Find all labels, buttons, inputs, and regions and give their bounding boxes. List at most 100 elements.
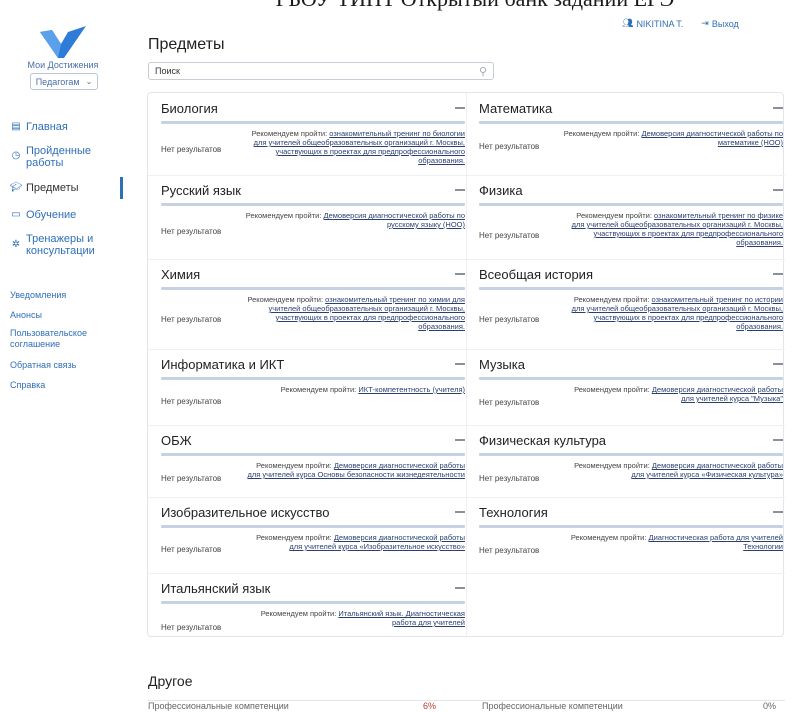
sidebar-item-label: Пройденные работы bbox=[26, 145, 91, 169]
subject-title[interactable]: Итальянский язык bbox=[161, 581, 270, 596]
recommendation-link[interactable]: Демоверсия диагностической работы для уч… bbox=[631, 461, 783, 479]
sidebar-item-home[interactable]: ▤ Главная bbox=[10, 121, 68, 133]
collapse-icon[interactable] bbox=[773, 107, 783, 109]
other-item-value: 0% bbox=[763, 701, 777, 711]
recommendation-link[interactable]: ИКТ-компетентность (учителя) bbox=[358, 385, 465, 394]
recommendation-link[interactable]: Итальянский язык. Диагностическая работа… bbox=[338, 609, 465, 627]
other-section-peek: Профессиональные компетенции 6% Професси… bbox=[148, 700, 785, 712]
sidebar-item-learning[interactable]: ▭ Обучение bbox=[10, 209, 76, 221]
subject-title[interactable]: Физическая культура bbox=[479, 433, 606, 448]
recommendation-link[interactable]: Демоверсия диагностической работы для уч… bbox=[652, 385, 783, 403]
subject-title[interactable]: Музыка bbox=[479, 357, 525, 372]
recommendation-prefix: Рекомендуем пройти: bbox=[574, 385, 652, 394]
recommendation: Рекомендуем пройти: ИКТ-компетентность (… bbox=[245, 385, 465, 394]
sidebar-item-subjects[interactable]: 🎓︎ Предметы bbox=[10, 182, 79, 194]
other-item-label: Профессиональные компетенции bbox=[482, 701, 623, 711]
progress-bar bbox=[161, 525, 465, 528]
recommendation: Рекомендуем пройти: Демоверсия диагности… bbox=[245, 533, 465, 551]
link-notifications[interactable]: Уведомления bbox=[10, 290, 66, 301]
recommendation-prefix: Рекомендуем пройти: bbox=[251, 129, 330, 138]
page-banner: ГБОУ ТИНТ Открытый банк заданий ЕГЭ bbox=[150, 0, 800, 12]
row-divider bbox=[148, 573, 785, 574]
link-feedback[interactable]: Обратная связь bbox=[10, 360, 76, 371]
progress-bar bbox=[479, 525, 783, 528]
collapse-icon[interactable] bbox=[455, 511, 465, 513]
page-icon: ▤ bbox=[11, 121, 21, 132]
subject-status: Нет результатов bbox=[161, 474, 222, 483]
recommendation: Рекомендуем пройти: Демоверсия диагности… bbox=[245, 461, 465, 479]
subject-card[interactable]: Физика Нет результатов Рекомендуем пройти:… bbox=[479, 183, 783, 263]
link-user-agreement[interactable]: Пользовательское соглашение bbox=[10, 328, 110, 350]
subject-status: Нет результатов bbox=[479, 474, 540, 483]
recommendation-link[interactable]: Демоверсия диагностической работы по мат… bbox=[642, 129, 784, 147]
recommendation-prefix: Рекомендуем пройти: bbox=[260, 609, 339, 618]
subject-card[interactable]: ОБЖ Нет результатов Рекомендуем пройти: Де… bbox=[161, 433, 465, 513]
recommendation-prefix: Рекомендуем пройти: bbox=[576, 211, 654, 220]
recommendation: Рекомендуем пройти: Демоверсия диагности… bbox=[563, 385, 783, 403]
logout-button[interactable]: ⇥ Выход bbox=[701, 18, 738, 29]
sidebar-item-completed[interactable]: ◷ Пройденные работы bbox=[10, 145, 118, 169]
user-name: NIKITINA T. bbox=[636, 18, 684, 29]
subject-title[interactable]: ОБЖ bbox=[161, 433, 192, 448]
user-menu[interactable]: 👥︎ NIKITINA T. bbox=[622, 18, 683, 29]
user-icon: 👥︎ bbox=[622, 18, 634, 28]
subject-status: Нет результатов bbox=[161, 227, 222, 236]
collapse-icon[interactable] bbox=[455, 587, 465, 589]
logout-label: Выход bbox=[711, 18, 739, 29]
role-select-value: Педагогам bbox=[35, 76, 80, 87]
subject-card[interactable]: Физическая культура Нет результатов Рекоме… bbox=[479, 433, 783, 513]
collapse-icon[interactable] bbox=[455, 273, 465, 275]
collapse-icon[interactable] bbox=[773, 511, 783, 513]
subject-status: Нет результатов bbox=[479, 142, 540, 151]
recommendation: Рекомендуем пройти: Демоверсия диагности… bbox=[563, 129, 783, 147]
recommendation: Рекомендуем пройти: Демоверсия диагности… bbox=[245, 211, 465, 229]
search-input[interactable]: Поиск ⚲ bbox=[148, 62, 494, 80]
recommendation-link[interactable]: Диагностическая работа для учителей Техн… bbox=[649, 533, 783, 551]
subject-card[interactable]: Итальянский язык Нет результатов Рекоменду… bbox=[161, 581, 465, 661]
subject-title[interactable]: Всеобщая история bbox=[479, 267, 593, 282]
active-indicator bbox=[120, 177, 123, 199]
collapse-icon[interactable] bbox=[455, 189, 465, 191]
recommendation-link[interactable]: Демоверсия диагностической работы по рус… bbox=[324, 211, 466, 229]
subject-status: Нет результатов bbox=[479, 398, 540, 407]
subject-card[interactable]: Химия Нет результатов Рекомендуем пройти: … bbox=[161, 267, 465, 347]
other-item-value: 6% bbox=[423, 701, 437, 711]
logo-caption[interactable]: Мои Достижения bbox=[0, 60, 126, 70]
subject-title[interactable]: Изобразительное искусство bbox=[161, 505, 329, 520]
collapse-icon[interactable] bbox=[455, 363, 465, 365]
collapse-icon[interactable] bbox=[773, 363, 783, 365]
subject-title[interactable]: Русский язык bbox=[161, 183, 241, 198]
link-announcements[interactable]: Анонсы bbox=[10, 310, 42, 321]
subject-title[interactable]: Информатика и ИКТ bbox=[161, 357, 284, 372]
sidebar: Мои Достижения Педагогам ⌄ ▤ Главная ◷ П… bbox=[0, 0, 126, 711]
row-divider bbox=[148, 349, 785, 350]
recommendation: Рекомендуем пройти: ознакомительный трен… bbox=[563, 295, 783, 331]
sidebar-item-trainers[interactable]: ✲ Тренажеры и консультации bbox=[10, 233, 120, 257]
subject-status: Нет результатов bbox=[479, 546, 540, 555]
subject-title[interactable]: Математика bbox=[479, 101, 552, 116]
collapse-icon[interactable] bbox=[455, 439, 465, 441]
subject-title[interactable]: Биология bbox=[161, 101, 218, 116]
progress-bar bbox=[479, 203, 783, 206]
collapse-icon[interactable] bbox=[773, 273, 783, 275]
recommendation: Рекомендуем пройти: ознакомительный трен… bbox=[245, 129, 465, 165]
row-divider bbox=[148, 259, 785, 260]
collapse-icon[interactable] bbox=[773, 189, 783, 191]
role-select[interactable]: Педагогам ⌄ bbox=[30, 73, 98, 90]
checkmark-logo-icon[interactable] bbox=[38, 24, 88, 60]
subject-card[interactable]: Биология Нет результатов Рекомендуем пройт… bbox=[161, 101, 465, 181]
search-icon[interactable]: ⚲ bbox=[479, 65, 487, 78]
subject-title[interactable]: Химия bbox=[161, 267, 200, 282]
section-title-other: Другое bbox=[148, 673, 193, 689]
progress-bar bbox=[161, 203, 465, 206]
subject-card[interactable]: Русский язык Нет результатов Рекомендуем п… bbox=[161, 183, 465, 263]
link-help[interactable]: Справка bbox=[10, 380, 45, 391]
subject-card[interactable]: Математика Нет результатов Рекомендуем про… bbox=[479, 101, 783, 181]
subject-title[interactable]: Физика bbox=[479, 183, 523, 198]
sidebar-item-label: Обучение bbox=[26, 209, 77, 221]
subject-card[interactable]: Всеобщая история Нет результатов Рекоменду… bbox=[479, 267, 783, 347]
collapse-icon[interactable] bbox=[773, 439, 783, 441]
subject-title[interactable]: Технология bbox=[479, 505, 548, 520]
collapse-icon[interactable] bbox=[455, 107, 465, 109]
progress-bar bbox=[161, 377, 465, 380]
